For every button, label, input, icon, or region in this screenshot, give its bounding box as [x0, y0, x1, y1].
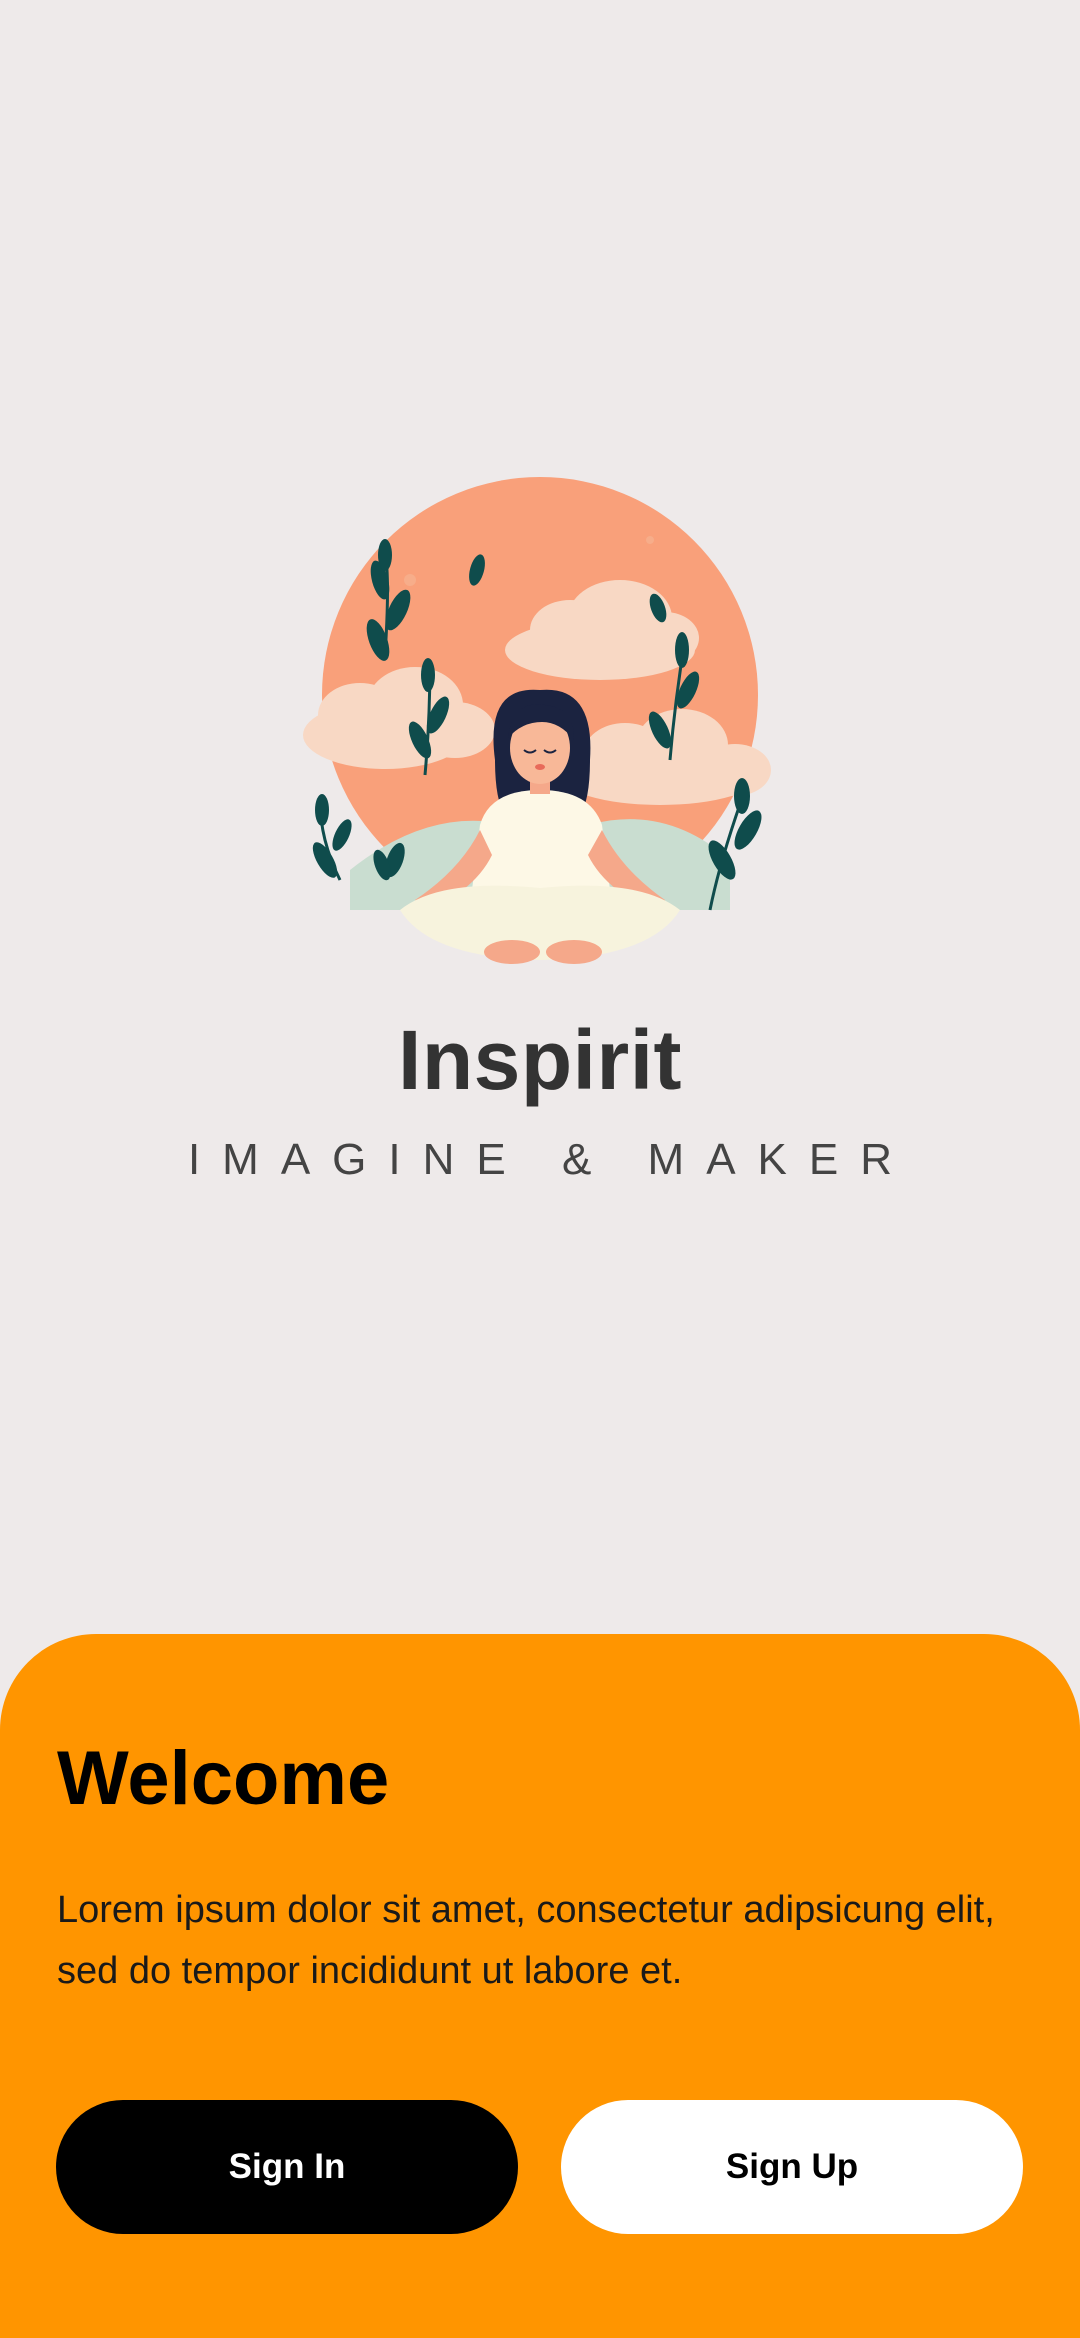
welcome-sheet: Welcome Lorem ipsum dolor sit amet, cons… — [0, 1634, 1080, 2338]
meditation-illustration-icon — [303, 477, 771, 964]
welcome-title: Welcome — [57, 1736, 390, 1821]
app-name: Inspirit — [397, 1013, 682, 1107]
sign-in-button[interactable]: Sign In — [56, 2100, 518, 2234]
welcome-description: Lorem ipsum dolor sit amet, consectetur … — [57, 1889, 995, 1992]
app-tagline: IMAGINE & MAKER — [187, 1135, 915, 1184]
sign-up-button[interactable]: Sign Up — [561, 2100, 1023, 2234]
splash-hero: Inspirit IMAGINE & MAKER — [0, 0, 1080, 1634]
